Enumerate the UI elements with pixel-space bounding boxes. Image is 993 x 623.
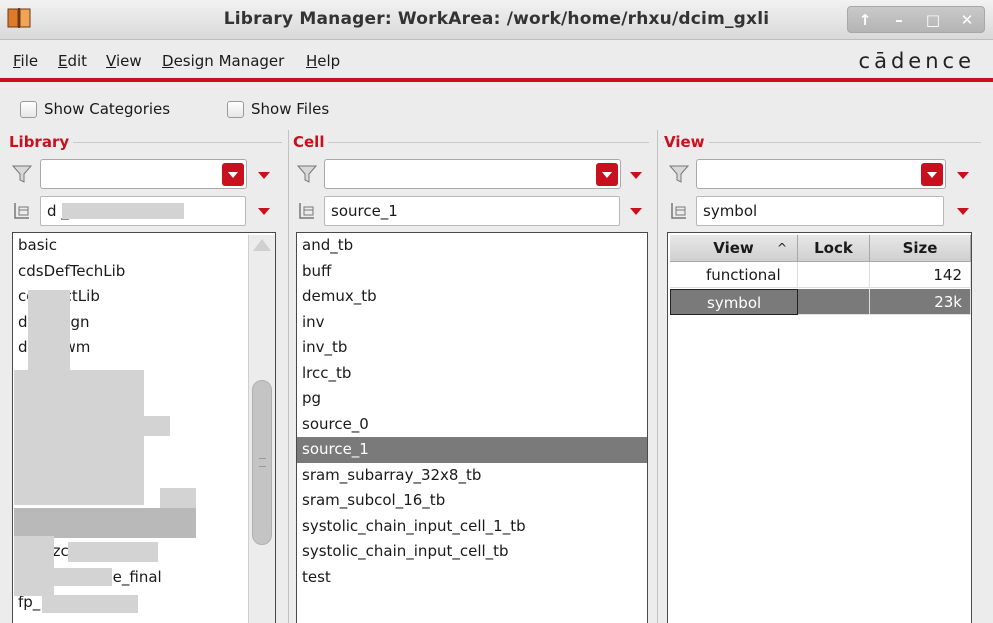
show-categories-label: Show Categories <box>44 100 171 118</box>
list-item[interactable]: pg <box>297 386 647 412</box>
show-files-checkbox[interactable]: Show Files <box>227 100 329 118</box>
size-cell: 142 <box>870 262 971 288</box>
list-item[interactable]: lrcc_tb <box>297 361 647 387</box>
filter-dropdown-button[interactable] <box>921 163 943 186</box>
cell-pane-title: Cell <box>293 133 329 151</box>
table-row[interactable]: functional 142 <box>670 262 971 288</box>
cell-filter-combo[interactable] <box>324 159 621 189</box>
keep-above-icon[interactable]: ↑ <box>853 11 877 29</box>
show-files-label: Show Files <box>251 100 330 118</box>
cell-list[interactable]: and_tb buff demux_tb inv inv_tb lrcc_tb … <box>296 232 648 623</box>
filter-icon <box>296 165 318 183</box>
close-icon[interactable]: ✕ <box>955 11 979 29</box>
list-item[interactable]: inv <box>297 310 647 336</box>
pane-splitter[interactable] <box>657 130 658 623</box>
window-title: Library Manager: WorkArea: /work/home/rh… <box>223 9 770 29</box>
list-item[interactable]: systolic_chain_input_cell_1_tb <box>297 514 647 540</box>
redaction-block <box>40 568 112 586</box>
cell-name-field[interactable]: source_1 <box>324 196 620 226</box>
column-header-lock[interactable]: Lock <box>798 235 870 262</box>
scroll-thumb[interactable] <box>252 380 272 545</box>
grip-icon <box>259 458 266 467</box>
menu-design-manager[interactable]: Design Manager <box>162 52 284 70</box>
list-item[interactable]: sram_subarray_32x8_tb <box>297 463 647 489</box>
pane-splitter[interactable] <box>288 130 289 623</box>
table-row-selected[interactable]: symbol 23k <box>670 289 971 315</box>
filter-options-arrow[interactable] <box>258 172 270 179</box>
brand-divider <box>0 78 993 82</box>
library-browse-icon <box>14 203 29 219</box>
library-history-arrow[interactable] <box>258 208 270 215</box>
redaction-block <box>14 508 196 538</box>
filter-dropdown-button[interactable] <box>596 163 618 186</box>
scroll-up-arrow-icon[interactable] <box>253 239 271 251</box>
list-item[interactable]: test <box>297 565 647 591</box>
view-history-arrow[interactable] <box>957 208 969 215</box>
filter-options-arrow[interactable] <box>957 172 969 179</box>
checkbox-box[interactable] <box>20 100 37 118</box>
show-categories-checkbox[interactable]: Show Categories <box>20 100 170 118</box>
cell-browse-icon <box>299 203 314 219</box>
list-item-selected[interactable]: source_1 <box>297 437 647 463</box>
view-browse-icon <box>671 203 686 219</box>
redaction-block <box>28 290 70 370</box>
menu-help[interactable]: Help <box>306 52 340 70</box>
column-header-size[interactable]: Size <box>870 235 971 262</box>
cell-history-arrow[interactable] <box>630 208 642 215</box>
list-item[interactable]: cdsDefTechLib <box>13 259 275 285</box>
window-controls: ↑ – □ ✕ <box>847 6 985 33</box>
list-item[interactable]: source_0 <box>297 412 647 438</box>
title-bar: Library Manager: WorkArea: /work/home/rh… <box>0 0 993 40</box>
list-item[interactable]: systolic_chain_input_cell_tb <box>297 539 647 565</box>
list-item[interactable]: demux_tb <box>297 284 647 310</box>
redaction-block <box>130 416 170 436</box>
filter-options-arrow[interactable] <box>630 172 642 179</box>
view-group-line <box>663 142 981 143</box>
view-table-header: View ^ Lock Size <box>670 235 971 262</box>
library-pane-title: Library <box>9 133 74 151</box>
view-cell: symbol <box>670 289 798 315</box>
filter-dropdown-button[interactable] <box>222 163 244 186</box>
redaction-block <box>42 595 138 613</box>
menu-view[interactable]: View <box>106 52 142 70</box>
library-filter-combo[interactable] <box>40 159 247 189</box>
view-table[interactable]: View ^ Lock Size functional 142 symbol 2… <box>667 232 972 623</box>
checkbox-box[interactable] <box>227 100 244 118</box>
list-item[interactable]: sram_subcol_16_tb <box>297 488 647 514</box>
size-cell: 23k <box>870 289 971 315</box>
library-scrollbar[interactable] <box>248 235 275 623</box>
lock-cell <box>798 262 870 288</box>
redaction-block <box>14 536 54 596</box>
filter-icon <box>668 165 690 183</box>
view-pane-title: View <box>664 133 709 151</box>
view-cell: functional <box>670 262 798 288</box>
cell-group-line <box>293 142 649 143</box>
redaction-block <box>68 542 158 562</box>
menu-edit[interactable]: Edit <box>58 52 87 70</box>
list-item[interactable] <box>13 616 275 623</box>
list-item[interactable]: and_tb <box>297 233 647 259</box>
cadence-logo: cādence <box>858 49 975 73</box>
column-header-view[interactable]: View ^ <box>670 235 798 262</box>
filter-icon <box>11 165 33 183</box>
sort-ascending-icon: ^ <box>776 241 787 255</box>
menu-file[interactable]: File <box>13 52 38 70</box>
redaction-block <box>160 488 196 510</box>
view-name-field[interactable]: symbol <box>696 196 944 226</box>
view-filter-combo[interactable] <box>696 159 946 189</box>
maximize-icon[interactable]: □ <box>921 11 945 29</box>
list-item[interactable]: buff <box>297 259 647 285</box>
lock-cell <box>798 289 870 315</box>
minimize-icon[interactable]: – <box>887 11 911 29</box>
redaction-block <box>14 370 144 505</box>
list-item[interactable]: basic <box>13 233 275 259</box>
menubar: File Edit View Design Manager Help cāden… <box>0 40 993 78</box>
redaction-block <box>62 203 184 219</box>
list-item[interactable]: inv_tb <box>297 335 647 361</box>
